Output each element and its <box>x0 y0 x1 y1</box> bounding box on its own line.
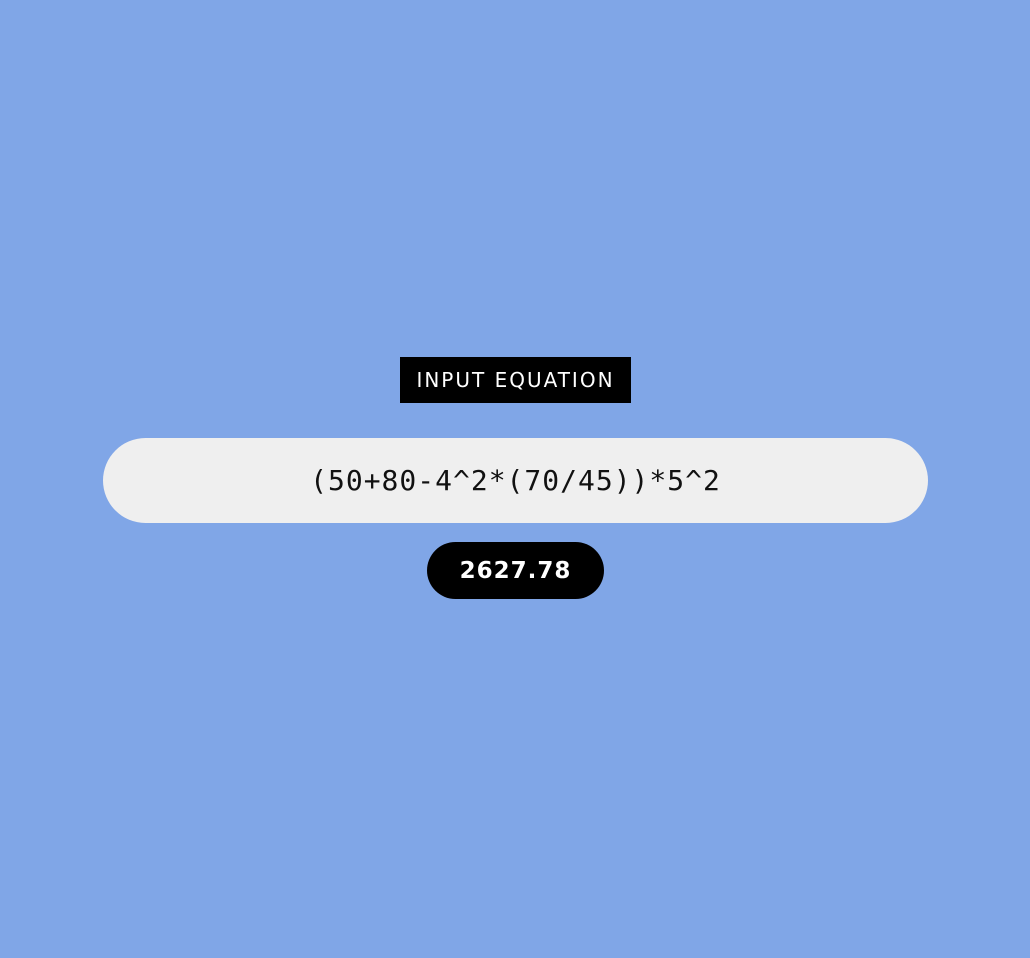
equation-input[interactable] <box>103 438 928 523</box>
result-display: 2627.78 <box>427 542 604 599</box>
page-title: INPUT EQUATION <box>400 357 631 403</box>
